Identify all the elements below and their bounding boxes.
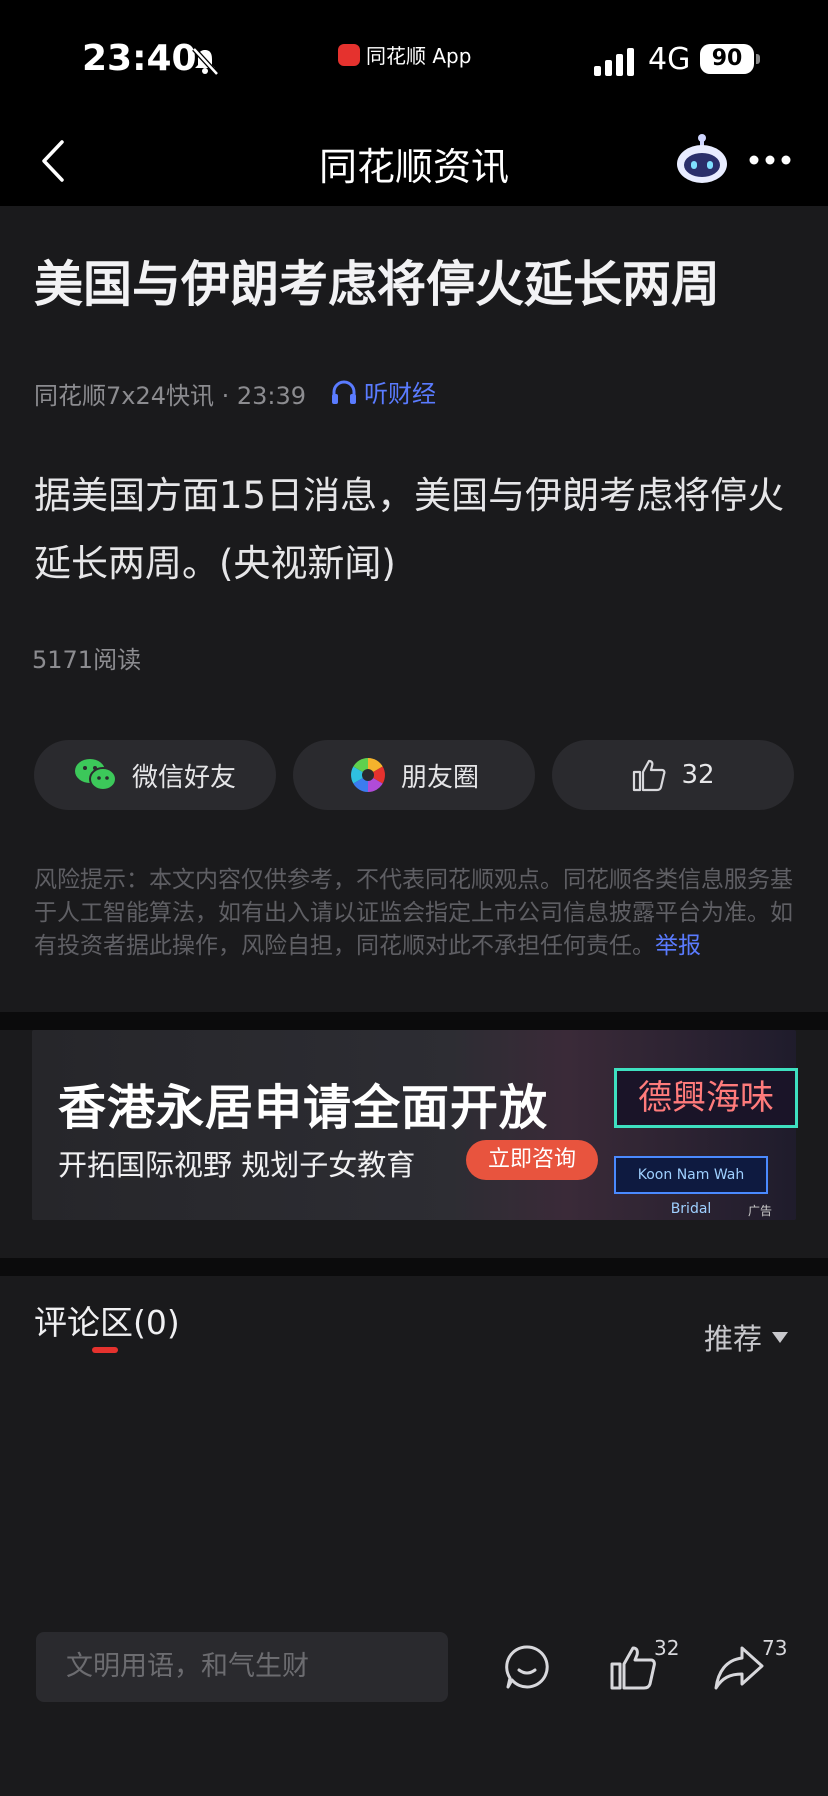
article-source: 同花顺7x24快讯 · 23:39 xyxy=(34,382,307,410)
share-wechat-label: 微信好友 xyxy=(131,762,236,793)
report-link[interactable]: 举报 xyxy=(655,933,701,959)
listen-button[interactable]: 听财经 xyxy=(330,374,436,409)
battery-cap xyxy=(756,54,760,64)
share-wechat-button[interactable]: 微信好友 xyxy=(34,740,276,810)
wechat-icon xyxy=(74,759,117,791)
comments-tab-indicator xyxy=(92,1347,118,1353)
listen-label: 听财经 xyxy=(364,380,436,408)
read-count: 5171阅读 xyxy=(32,646,142,674)
ai-robot-icon[interactable] xyxy=(674,132,730,188)
share-count: 73 xyxy=(762,1636,788,1660)
ad-consult-button[interactable]: 立即咨询 xyxy=(466,1140,598,1180)
share-arrow-icon[interactable] xyxy=(712,1640,766,1694)
ad-title: 香港永居申请全面开放 xyxy=(58,1080,549,1136)
thumbs-up-icon xyxy=(633,759,666,792)
moments-icon xyxy=(351,758,385,792)
article-body: 据美国方面15日消息，美国与伊朗考虑将停火延长两周。(央视新闻) xyxy=(34,474,785,585)
sort-label: 推荐 xyxy=(704,1322,763,1356)
app-name: 同花顺 App xyxy=(366,44,472,68)
ad-subtitle: 开拓国际视野 规划子女教育 xyxy=(58,1148,416,1182)
caret-down-icon xyxy=(772,1331,789,1343)
headphones-icon xyxy=(332,380,356,404)
network-type: 4G xyxy=(648,42,691,77)
article-headline: 美国与伊朗考虑将停火延长两周 xyxy=(34,256,721,313)
app-indicator: 同花顺 App xyxy=(338,40,471,69)
comment-icon[interactable] xyxy=(500,1640,554,1694)
thumbs-up-bottom-icon[interactable] xyxy=(606,1640,660,1694)
like-button[interactable]: 32 xyxy=(552,740,794,810)
risk-disclaimer: 风险提示：本文内容仅供参考，不代表同花顺观点。同花顺各类信息服务基于人工智能算法… xyxy=(34,864,796,963)
sort-dropdown[interactable]: 推荐 xyxy=(704,1316,789,1358)
comments-title: 评论区(0) xyxy=(34,1303,180,1342)
app-logo-icon xyxy=(338,43,360,66)
section-divider xyxy=(0,1012,828,1030)
share-moments-label: 朋友圈 xyxy=(400,762,479,793)
share-moments-button[interactable]: 朋友圈 xyxy=(293,740,535,810)
ad-neon-sign: 德興海味 xyxy=(614,1068,798,1128)
status-time: 23:40 xyxy=(82,38,197,79)
signal-icon xyxy=(594,48,634,76)
more-options-icon[interactable] xyxy=(748,150,792,170)
ad-shop-sign: Koon Nam Wah Bridal xyxy=(614,1156,768,1217)
like-count: 32 xyxy=(681,760,715,790)
ad-label: 广告 xyxy=(748,1204,773,1218)
bell-muted-icon xyxy=(192,47,219,76)
section-divider-2 xyxy=(0,1258,828,1276)
bottom-like-count: 32 xyxy=(654,1636,680,1660)
battery-indicator: 90 xyxy=(700,44,754,74)
comment-input[interactable]: 文明用语，和气生财 xyxy=(36,1632,448,1702)
